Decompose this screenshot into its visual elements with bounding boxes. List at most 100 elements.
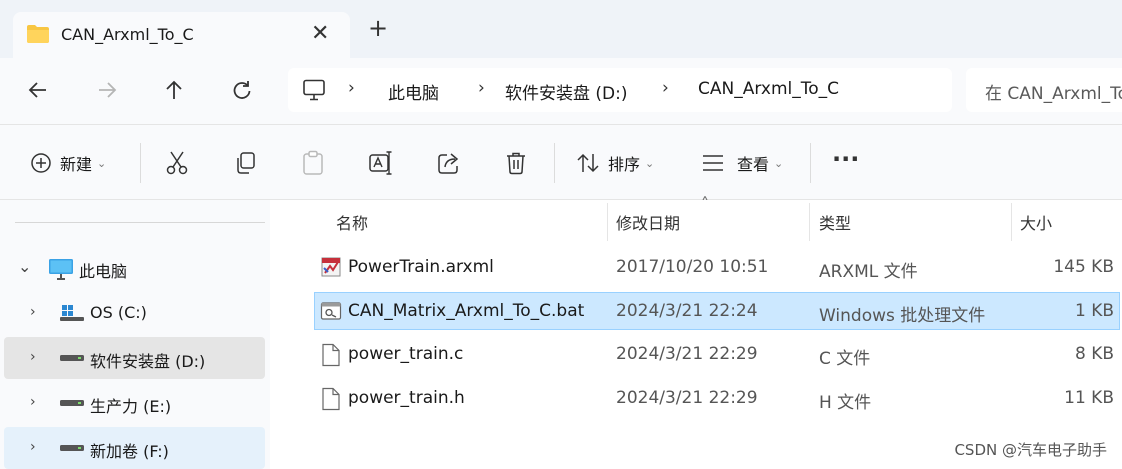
search-box[interactable]: 在 CAN_Arxml_To_C 中搜索 — [966, 68, 1122, 112]
chevron-right-icon[interactable]: › — [30, 439, 36, 455]
watermark: CSDN @汽车电子助手 — [954, 441, 1107, 459]
file-type: C 文件 — [819, 349, 871, 369]
file-size: 1 KB — [1074, 301, 1114, 321]
view-lines-icon — [703, 155, 723, 171]
refresh-button[interactable] — [222, 70, 262, 110]
chevron-right-icon: › — [348, 78, 355, 98]
column-divider[interactable] — [607, 203, 608, 241]
view-button-label: 查看 — [737, 155, 770, 174]
chevron-down-icon: ⌄ — [645, 156, 655, 170]
search-input[interactable]: 在 CAN_Arxml_To_C 中搜索 — [985, 79, 1122, 104]
navigation-bar: › 此电脑 › 软件安装盘 (D:) › CAN_Arxml_To_C 在 CA… — [0, 58, 1122, 124]
sidebar-item-label: OS (C:) — [90, 303, 147, 322]
file-type: H 文件 — [819, 393, 872, 413]
forward-button[interactable] — [87, 70, 127, 110]
breadcrumb-drive-d[interactable]: 软件安装盘 (D:) — [505, 79, 628, 104]
delete-button[interactable] — [505, 147, 527, 179]
sidebar-item-label: 新加卷 (F:) — [90, 442, 169, 461]
sidebar-item-drive-f[interactable]: › 新加卷 (F:) — [4, 427, 265, 469]
file-size: 145 KB — [1053, 257, 1114, 277]
arxml-file-icon — [321, 257, 341, 277]
drive-icon — [60, 445, 84, 451]
drive-icon — [60, 355, 84, 361]
tab-bar: CAN_Arxml_To_C ✕ + — [0, 0, 1122, 58]
up-button[interactable] — [154, 70, 194, 110]
command-bar: 新建 ⌄ 排序 ⌄ 查看 ⌄ ··· — [0, 124, 1122, 200]
file-type: ARXML 文件 — [819, 262, 918, 282]
file-row[interactable]: power_train.c 2024/3/21 22:29 C 文件 8 KB — [314, 335, 1120, 373]
breadcrumb-folder[interactable]: CAN_Arxml_To_C — [698, 79, 839, 99]
file-date: 2024/3/21 22:24 — [616, 301, 758, 321]
file-date: 2017/10/20 10:51 — [616, 257, 769, 277]
file-name: PowerTrain.arxml — [348, 257, 494, 277]
chevron-down-icon[interactable]: ⌄ — [18, 257, 31, 276]
back-button[interactable] — [18, 70, 58, 110]
pc-icon — [49, 259, 73, 280]
more-options-button[interactable]: ··· — [832, 143, 859, 175]
breadcrumb-this-pc[interactable]: 此电脑 — [388, 79, 439, 104]
sidebar-item-label: 此电脑 — [79, 262, 128, 281]
chevron-right-icon[interactable]: › — [30, 349, 36, 365]
column-header-type[interactable]: 类型 — [819, 210, 851, 234]
chevron-right-icon: › — [478, 78, 485, 98]
paste-button[interactable] — [302, 147, 324, 179]
new-tab-button[interactable]: + — [368, 16, 388, 40]
file-name: power_train.c — [348, 344, 464, 364]
sidebar-item-label: 生产力 (E:) — [90, 397, 172, 416]
column-header-date[interactable]: 修改日期 — [616, 210, 680, 234]
computer-icon — [303, 79, 325, 101]
sidebar-item-drive-e[interactable]: › 生产力 (E:) — [4, 382, 265, 424]
column-divider[interactable] — [1011, 203, 1012, 241]
file-date: 2024/3/21 22:29 — [616, 388, 758, 408]
sort-button-label: 排序 — [608, 155, 641, 174]
file-size: 8 KB — [1074, 344, 1114, 364]
chevron-down-icon: ⌄ — [774, 156, 784, 170]
rename-button[interactable] — [368, 147, 394, 179]
sort-icon — [577, 153, 599, 173]
tab-title: CAN_Arxml_To_C — [61, 25, 194, 44]
sort-button[interactable]: 排序 ⌄ — [576, 147, 654, 179]
new-button[interactable]: 新建 ⌄ — [30, 147, 106, 179]
column-divider[interactable] — [809, 203, 810, 241]
cut-button[interactable] — [165, 147, 189, 179]
chevron-down-icon: ⌄ — [97, 156, 107, 170]
folder-icon — [27, 25, 49, 43]
file-date: 2024/3/21 22:29 — [616, 344, 758, 364]
chevron-right-icon[interactable]: › — [30, 394, 36, 410]
file-row-selected[interactable]: CAN_Matrix_Arxml_To_C.bat 2024/3/21 22:2… — [314, 292, 1120, 330]
tab-close-button[interactable]: ✕ — [311, 21, 329, 46]
file-row[interactable]: PowerTrain.arxml 2017/10/20 10:51 ARXML … — [314, 248, 1120, 286]
column-header-size[interactable]: 大小 — [1020, 210, 1052, 234]
address-bar[interactable]: › 此电脑 › 软件安装盘 (D:) › CAN_Arxml_To_C — [288, 68, 952, 112]
file-row[interactable]: power_train.h 2024/3/21 22:29 H 文件 11 KB — [314, 379, 1120, 417]
file-size: 11 KB — [1064, 388, 1114, 408]
clipboard-icon — [303, 150, 323, 175]
file-icon — [322, 387, 340, 411]
navigation-pane: ⌄ 此电脑 › OS (C:) › 软件安装盘 (D:) › 生产力 (E:) … — [0, 200, 270, 469]
view-button[interactable]: 查看 ⌄ — [702, 147, 783, 179]
windows-drive-icon — [60, 305, 84, 321]
column-header-name[interactable]: 名称 — [336, 210, 368, 234]
chevron-right-icon: › — [662, 78, 669, 98]
refresh-icon — [233, 81, 251, 99]
arrow-right-icon — [99, 82, 117, 98]
trash-icon — [507, 152, 525, 175]
sidebar-divider — [15, 222, 265, 223]
toolbar-divider — [140, 143, 141, 183]
file-icon — [322, 343, 340, 367]
file-type: Windows 批处理文件 — [819, 306, 986, 326]
sidebar-item-os-c[interactable]: › OS (C:) — [4, 292, 265, 334]
arrow-up-icon — [166, 80, 182, 99]
arrow-left-icon — [28, 82, 46, 98]
share-icon — [438, 153, 459, 174]
file-name: power_train.h — [348, 388, 465, 408]
share-button[interactable] — [437, 147, 461, 179]
tab-active[interactable]: CAN_Arxml_To_C ✕ — [13, 12, 350, 58]
sidebar-item-this-pc[interactable]: ⌄ 此电脑 — [4, 247, 265, 289]
new-button-label: 新建 — [60, 155, 93, 174]
copy-button[interactable] — [233, 147, 257, 179]
sidebar-item-drive-d[interactable]: › 软件安装盘 (D:) — [4, 337, 265, 379]
toolbar-divider — [554, 143, 555, 183]
batch-file-icon — [320, 302, 342, 320]
chevron-right-icon[interactable]: › — [30, 304, 36, 320]
